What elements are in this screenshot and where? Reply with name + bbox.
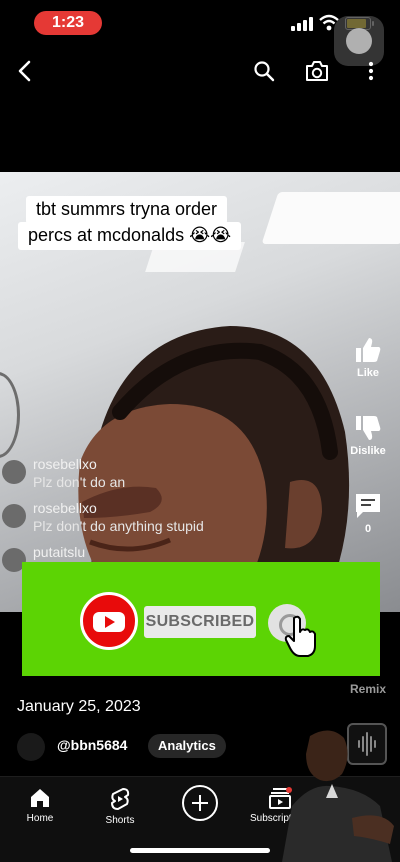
avatar <box>2 504 26 528</box>
analytics-button[interactable]: Analytics <box>148 734 226 758</box>
comments-button[interactable]: 0 <box>340 491 396 535</box>
home-icon <box>31 789 49 807</box>
channel-avatar[interactable] <box>17 733 45 761</box>
search-button[interactable] <box>249 56 279 86</box>
create-button[interactable] <box>182 785 218 821</box>
wall-sign <box>0 372 20 458</box>
comment-username: rosebellxo <box>33 456 97 472</box>
remix-button[interactable]: Remix <box>340 682 396 696</box>
comment-text: Plz don't do an <box>33 474 126 490</box>
like-label: Like <box>356 367 379 379</box>
tab-home[interactable]: Home <box>5 787 75 824</box>
upload-date: January 25, 2023 <box>17 698 141 715</box>
comment-username: rosebellxo <box>33 500 97 516</box>
status-time: 1:23 <box>34 11 102 35</box>
comment-item: rosebellxo Plz don't do anything stupid <box>0 498 300 542</box>
channel-handle[interactable]: @bbn5684 <box>57 737 127 753</box>
avatar <box>2 460 26 484</box>
like-button[interactable]: Like <box>340 335 396 379</box>
subscribe-overlay: SUBSCRIBED <box>22 562 380 676</box>
back-button[interactable] <box>10 56 40 86</box>
more-options-button[interactable] <box>356 56 386 86</box>
caption-line: percs at mcdonalds 😭😭 <box>18 222 242 250</box>
tab-label: Home <box>26 813 54 824</box>
tab-shorts[interactable]: Shorts <box>85 787 155 826</box>
back-arrow-icon <box>18 60 31 82</box>
dislike-label: Dislike <box>350 445 386 457</box>
comment-item: rosebellxo Plz don't do an <box>0 454 300 498</box>
shorts-icon <box>111 788 130 810</box>
caption-line: tbt summrs tryna order <box>26 196 228 224</box>
top-nav <box>0 48 400 94</box>
comment-text: Plz don't do anything stupid <box>33 518 204 534</box>
comment-username: putaitslu <box>33 544 86 560</box>
cellular-signal-icon <box>291 17 313 31</box>
camera-icon <box>306 61 328 81</box>
subscribed-button[interactable]: SUBSCRIBED <box>144 606 256 638</box>
comment-icon <box>356 494 380 518</box>
comments-count: 0 <box>364 523 372 535</box>
more-vert-icon <box>368 61 374 81</box>
hand-cursor-icon <box>284 615 316 657</box>
short-video-player[interactable]: tbt summrs tryna order percs at mcdonald… <box>0 172 400 612</box>
home-indicator[interactable] <box>130 848 270 853</box>
thumb-up-icon <box>356 338 381 362</box>
person-sticker <box>282 730 394 862</box>
tab-label: Shorts <box>105 815 135 826</box>
dislike-button[interactable]: Dislike <box>340 413 396 457</box>
video-caption: tbt summrs tryna order percs at mcdonald… <box>18 196 242 250</box>
status-bar: 1:23 <box>0 0 400 66</box>
ceiling-light <box>261 192 400 244</box>
youtube-logo-icon <box>80 592 138 650</box>
thumb-down-icon <box>356 416 381 440</box>
search-icon <box>254 61 275 82</box>
camera-button[interactable] <box>302 56 332 86</box>
